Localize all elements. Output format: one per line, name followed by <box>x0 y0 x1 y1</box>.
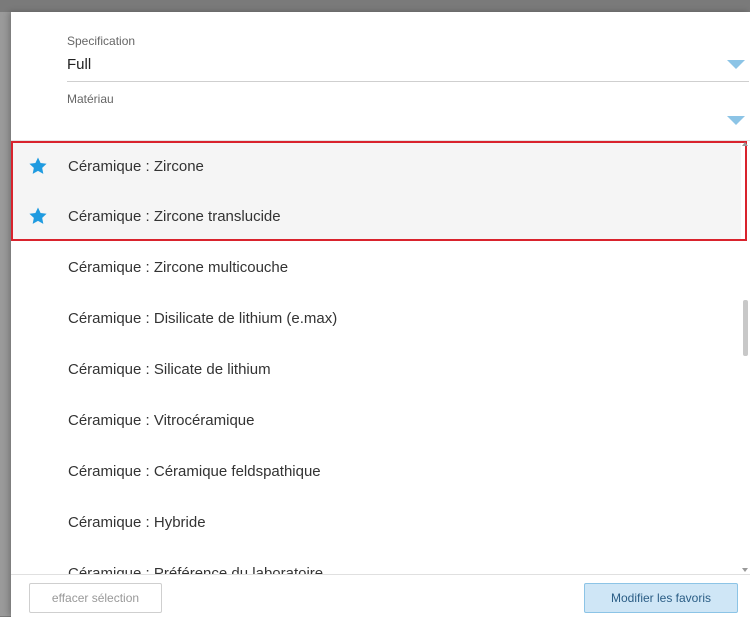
scrollbar-thumb[interactable] <box>743 300 748 356</box>
star-icon[interactable] <box>28 156 48 176</box>
list-item[interactable]: Céramique : Vitrocéramique <box>11 395 741 445</box>
list-scrollbar[interactable] <box>741 140 750 574</box>
material-selection-panel: Specification Full Matériau Céramique : … <box>11 12 750 617</box>
list-item[interactable]: Céramique : Zircone <box>11 141 741 191</box>
list-item[interactable]: Céramique : Préférence du laboratoire <box>11 548 741 576</box>
list-item[interactable]: Céramique : Silicate de lithium <box>11 344 741 394</box>
list-item-label: Céramique : Céramique feldspathique <box>68 462 321 480</box>
list-item[interactable]: Céramique : Hybride <box>11 497 741 547</box>
chevron-down-icon[interactable] <box>727 116 745 125</box>
list-item-label: Céramique : Hybride <box>68 513 206 531</box>
panel-footer: effacer sélection Modifier les favoris <box>11 574 750 617</box>
material-field[interactable]: Matériau <box>67 82 749 140</box>
list-item-label: Céramique : Zircone <box>68 157 204 175</box>
list-item[interactable]: Céramique : Zircone multicouche <box>11 242 741 292</box>
specification-label: Specification <box>67 34 136 48</box>
list-item-label: Céramique : Zircone multicouche <box>68 258 289 276</box>
list-item-label: Céramique : Zircone translucide <box>68 207 281 225</box>
material-options-list[interactable]: Céramique : Zircone Céramique : Zircone … <box>11 140 750 575</box>
list-item-label: Céramique : Disilicate de lithium (e.max… <box>68 309 338 327</box>
specification-value: Full <box>67 56 92 73</box>
list-item-label: Céramique : Vitrocéramique <box>68 411 255 429</box>
edit-favorites-button[interactable]: Modifier les favoris <box>584 583 738 613</box>
list-item[interactable]: Céramique : Céramique feldspathique <box>11 446 741 496</box>
specification-field[interactable]: Specification Full <box>67 12 749 82</box>
list-item[interactable]: Céramique : Zircone translucide <box>11 191 741 241</box>
list-item[interactable]: Céramique : Disilicate de lithium (e.max… <box>11 293 741 343</box>
list-item-label: Céramique : Silicate de lithium <box>68 360 271 378</box>
star-icon[interactable] <box>28 206 48 226</box>
scroll-up-arrow-icon[interactable] <box>742 142 748 146</box>
clear-selection-button[interactable]: effacer sélection <box>29 583 162 613</box>
material-label: Matériau <box>67 92 114 106</box>
scroll-down-arrow-icon[interactable] <box>742 568 748 572</box>
chevron-down-icon[interactable] <box>727 60 745 69</box>
